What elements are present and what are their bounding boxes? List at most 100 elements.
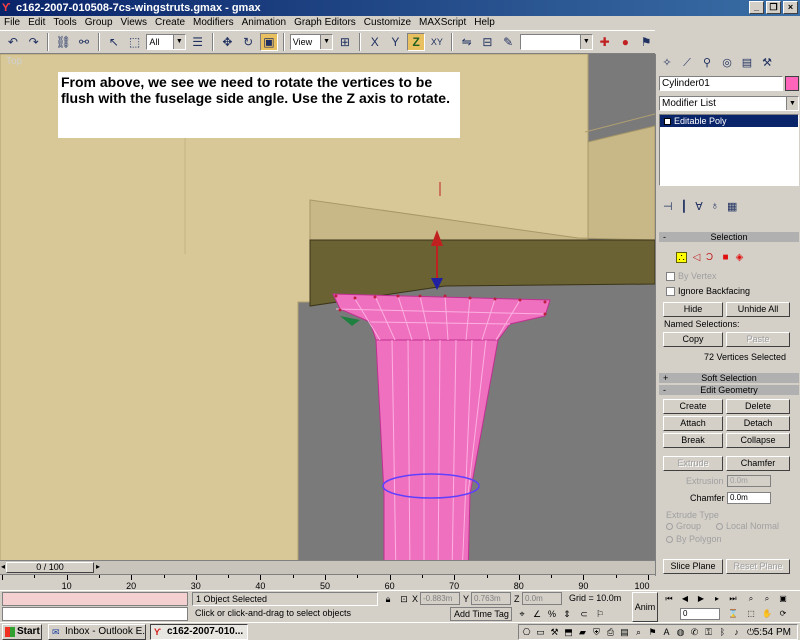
menu-tools[interactable]: Tools bbox=[53, 16, 76, 30]
menu-customize[interactable]: Customize bbox=[364, 16, 411, 30]
expand-icon[interactable] bbox=[664, 117, 671, 125]
z-axis-button[interactable]: Z bbox=[407, 33, 426, 51]
reference-coord-dropdown[interactable]: View ▼ bbox=[289, 34, 334, 50]
by-polygon-radio[interactable] bbox=[666, 536, 673, 543]
menu-maxscript[interactable]: MAXScript bbox=[419, 16, 466, 30]
create-tab-icon[interactable]: ✧ bbox=[659, 56, 675, 71]
chamfer-field[interactable]: 0.0m bbox=[727, 492, 771, 504]
region-select-icon[interactable]: ⬚ bbox=[126, 33, 144, 51]
paste-button[interactable]: Paste bbox=[726, 332, 790, 347]
next-frame-icon[interactable]: ▸ bbox=[96, 562, 100, 571]
folder-icon[interactable]: ▰ bbox=[577, 627, 588, 638]
viewport-label[interactable]: Top bbox=[6, 56, 22, 67]
ignore-backfacing-checkbox[interactable] bbox=[666, 287, 675, 296]
border-subobject-icon[interactable]: Ɔ bbox=[704, 252, 715, 263]
shield-icon[interactable]: ⛨ bbox=[591, 627, 602, 638]
edit-geometry-rollout-header[interactable]: - Edit Geometry bbox=[659, 385, 799, 395]
menu-animation[interactable]: Animation bbox=[242, 16, 286, 30]
attach-button[interactable]: Attach bbox=[663, 416, 723, 431]
mirror-icon[interactable]: ⇋ bbox=[458, 33, 476, 51]
monitor-icon[interactable]: ▭ bbox=[535, 627, 546, 638]
close-button[interactable]: × bbox=[783, 1, 798, 14]
volume-icon[interactable]: ♪ bbox=[731, 627, 742, 638]
select-object-icon[interactable]: ↖ bbox=[105, 33, 123, 51]
percent-snap-icon[interactable]: % bbox=[546, 608, 558, 620]
rotate-icon[interactable]: ↻ bbox=[239, 33, 257, 51]
hierarchy-tab-icon[interactable]: ⚲ bbox=[699, 56, 715, 71]
snap-icon[interactable]: ✎ bbox=[499, 33, 517, 51]
wrench-icon[interactable]: ⚒ bbox=[549, 627, 560, 638]
utilities-tab-icon[interactable]: ⚒ bbox=[759, 56, 775, 71]
angle-snap-icon[interactable]: ∠ bbox=[531, 608, 543, 620]
magnet-icon[interactable]: ⊂ bbox=[578, 608, 590, 620]
y-axis-icon[interactable]: Y bbox=[387, 33, 405, 51]
time-slider[interactable]: ◂ 0 / 100 ▸ bbox=[0, 560, 655, 574]
absolute-mode-icon[interactable]: ⊡ bbox=[398, 593, 410, 605]
restore-button[interactable]: ❐ bbox=[766, 1, 781, 14]
spinner-snap-icon[interactable]: ⇕ bbox=[561, 608, 573, 620]
element-subobject-icon[interactable]: ◈ bbox=[734, 252, 745, 263]
select-by-name-icon[interactable]: ☰ bbox=[189, 33, 207, 51]
current-frame-field[interactable]: 0 bbox=[680, 608, 720, 620]
slice-plane-button[interactable]: Slice Plane bbox=[663, 559, 723, 574]
edge-subobject-icon[interactable]: ◁ bbox=[691, 252, 702, 263]
detach-button[interactable]: Detach bbox=[726, 416, 790, 431]
polygon-subobject-icon[interactable]: ■ bbox=[720, 252, 731, 263]
search-icon[interactable]: ⌕ bbox=[633, 627, 644, 638]
previous-frame-icon[interactable]: ◂ bbox=[1, 562, 5, 571]
group-radio[interactable] bbox=[666, 523, 673, 530]
soft-selection-rollout-header[interactable]: + Soft Selection bbox=[659, 373, 799, 383]
clock[interactable]: 5:54 PM bbox=[754, 626, 791, 639]
time-slider-thumb[interactable]: 0 / 100 bbox=[6, 562, 94, 573]
object-name-field[interactable]: Cylinder01 bbox=[659, 76, 783, 91]
clipboard-icon[interactable]: ▤ bbox=[619, 627, 630, 638]
stack-item-editable-poly[interactable]: Editable Poly bbox=[660, 115, 798, 127]
printer-icon[interactable]: ⎙ bbox=[605, 627, 616, 638]
make-unique-icon[interactable]: ∀ bbox=[695, 200, 703, 216]
delete-button[interactable]: Delete bbox=[726, 399, 790, 414]
menu-views[interactable]: Views bbox=[121, 16, 148, 30]
y-coord-field[interactable]: 0.763m bbox=[471, 592, 511, 605]
track-bar[interactable]: 10 20 30 40 50 60 70 80 90 100 bbox=[0, 574, 655, 591]
scale-icon[interactable]: ▣ bbox=[260, 33, 278, 51]
menu-modifiers[interactable]: Modifiers bbox=[193, 16, 234, 30]
time-config-icon[interactable]: ⌛ bbox=[726, 608, 740, 620]
add-time-tag-button[interactable]: Add Time Tag bbox=[450, 607, 512, 621]
link-icon[interactable]: ⛓ bbox=[54, 33, 72, 51]
x-coord-field[interactable]: -0.883m bbox=[420, 592, 460, 605]
undo-icon[interactable]: ↶ bbox=[4, 33, 22, 51]
reset-plane-button[interactable]: Reset Plane bbox=[726, 559, 790, 574]
animate-button[interactable]: Anim bbox=[632, 592, 658, 622]
unhide-all-button[interactable]: Unhide All bbox=[726, 302, 790, 317]
disk-icon[interactable]: ⬒ bbox=[563, 627, 574, 638]
break-button[interactable]: Break bbox=[663, 433, 723, 448]
redo-icon[interactable]: ↷ bbox=[25, 33, 43, 51]
snap-toggle-icon[interactable]: ⌖ bbox=[516, 608, 528, 620]
render-teapot-icon[interactable]: ⚑ bbox=[637, 33, 655, 51]
extrude-button[interactable]: Extrude bbox=[663, 456, 723, 471]
zoom-icon[interactable]: ⌕ bbox=[744, 593, 758, 605]
menu-file[interactable]: File bbox=[4, 16, 20, 30]
go-to-end-icon[interactable]: ⏭ bbox=[726, 593, 740, 605]
unlink-icon[interactable]: ⚯ bbox=[75, 33, 93, 51]
network-icon[interactable]: ⎔ bbox=[521, 627, 532, 638]
minimize-button[interactable]: _ bbox=[749, 1, 764, 14]
go-to-start-icon[interactable]: ⏮ bbox=[662, 593, 676, 605]
bluetooth-icon[interactable]: ᛒ bbox=[717, 627, 728, 638]
zoom-all-icon[interactable]: ⌕ bbox=[760, 593, 774, 605]
object-color-swatch[interactable] bbox=[785, 76, 799, 91]
x-axis-icon[interactable]: X bbox=[366, 33, 384, 51]
field-of-view-icon[interactable]: ⬚ bbox=[744, 608, 758, 620]
maxscript-listener-input[interactable] bbox=[2, 592, 188, 606]
modify-tab-icon[interactable]: ⟋ bbox=[679, 56, 695, 71]
gmax-app-icon[interactable]: ϒ bbox=[2, 2, 14, 14]
globe-icon[interactable]: ◍ bbox=[675, 627, 686, 638]
z-coord-field[interactable]: 0.0m bbox=[522, 592, 562, 605]
menu-help[interactable]: Help bbox=[474, 16, 495, 30]
next-key-icon[interactable]: ▸ bbox=[710, 593, 724, 605]
menu-graph-editors[interactable]: Graph Editors bbox=[294, 16, 356, 30]
by-vertex-checkbox[interactable] bbox=[666, 272, 675, 281]
previous-key-icon[interactable]: ◀ bbox=[678, 593, 692, 605]
maxscript-output[interactable] bbox=[2, 607, 188, 621]
menu-edit[interactable]: Edit bbox=[28, 16, 45, 30]
